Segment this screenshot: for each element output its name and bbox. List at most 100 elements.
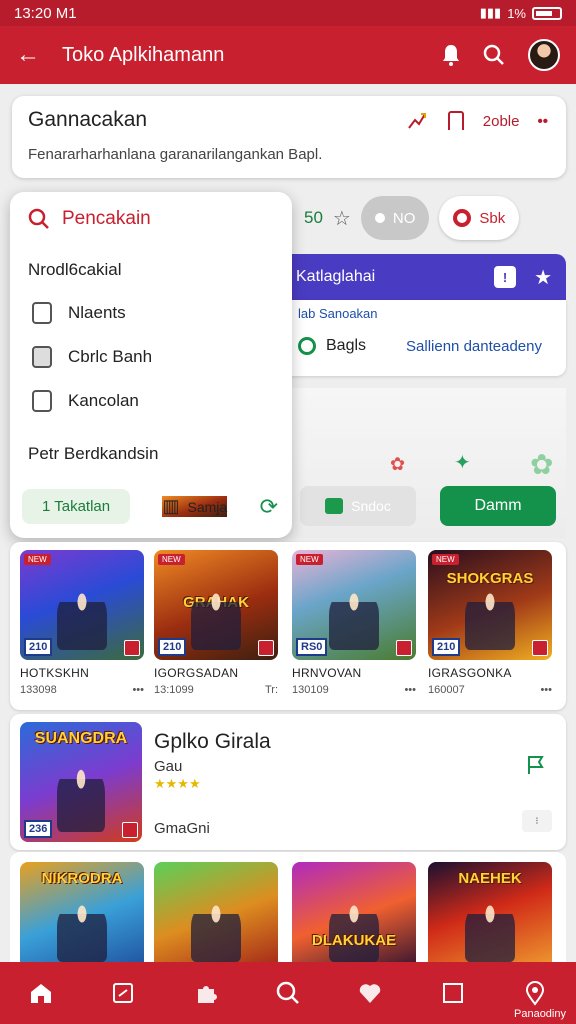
page-subtitle: Fenararharhanlana garanarilangankan Bapl… [28,146,323,163]
corner-badge-icon [124,640,140,656]
nav-favorites[interactable] [350,973,390,1013]
nav-library[interactable] [433,973,473,1013]
nav-profile[interactable] [515,973,555,1013]
game-cover: NEW SHOKGRAS 210 [428,550,552,660]
bookmark-icon[interactable] [447,110,465,132]
game-logo: SUANGDRA [34,730,128,747]
nav-search[interactable] [268,973,308,1013]
clock-icon [298,337,316,355]
corner-badge-icon [258,640,274,656]
game-name: HRNVOVAN [292,666,362,680]
more-options-icon[interactable]: •• [537,113,548,130]
new-badge: NEW [296,554,323,565]
home-icon [31,984,52,1003]
more-icon[interactable]: Tr: [265,684,278,696]
more-icon[interactable]: ••• [540,684,552,696]
game-tile[interactable]: NEW RS0 HRNVOVAN 130109 ••• [292,550,416,696]
stop-button[interactable]: Sbk [439,196,520,240]
dropdown-option[interactable]: Nlaents [28,302,274,324]
dropdown-section-title: Petr Berdkandsin [28,444,159,463]
game-tile[interactable]: NEW SHOKGRAS 210 IGRASGONKA 160007 ••• [428,550,552,696]
featured-cover: SUANGDRA 236 [20,722,142,842]
game-tile[interactable] [154,862,278,972]
footer-link[interactable]: ▥ Samja [162,496,228,517]
record-icon [453,209,472,227]
dropdown-option[interactable]: Cbrlc Banh [28,346,274,368]
corner-badge-icon [122,822,138,838]
game-cover: NIKRODRA [20,862,144,972]
info-card: lab Sanoakan Bagls Sallienn danteadeny [282,300,566,376]
apps-icon [113,983,134,1003]
avatar[interactable] [528,39,560,71]
game-cover: NEW RS0 [292,550,416,660]
corner-badge-icon [532,640,548,656]
primary-button[interactable]: Damm [440,486,556,526]
search-people-icon[interactable] [482,43,508,67]
search-icon [276,981,299,1004]
pin-icon[interactable] [405,110,429,132]
status-bar: 13:20 M1 ▮▮▮ 1% [0,0,576,26]
confetti-icon: ✿ [530,449,554,480]
game-grid: NIKRODRA DLAKUKAE NAEHEK [10,852,566,972]
game-logo: NIKRODRA [41,870,123,887]
notification-bell-icon[interactable] [440,43,462,67]
chat-icon [325,498,344,514]
game-tile[interactable]: NAEHEK [428,862,552,972]
more-icon[interactable]: ••• [132,684,144,696]
checkbox-icon[interactable] [32,346,52,368]
game-tile[interactable]: DLAKUKAE [292,862,416,972]
info-small-text: lab Sanoakan [298,306,378,321]
info-right-link[interactable]: Sallienn danteadeny [406,338,542,355]
corner-badge-icon [396,640,412,656]
flag-icon[interactable] [526,754,546,776]
game-meta: 130109 [292,684,329,696]
game-name: IGRASGONKA [428,666,512,680]
options-icon[interactable]: ⁝ [522,810,552,832]
search-dropdown: Pencakain Nrodl6cakial Nlaents Cbrlc Ban… [10,192,292,538]
dropdown-search[interactable]: Pencakain [28,208,274,230]
location-icon [525,981,544,1006]
nav-apps[interactable] [103,973,143,1013]
star-icon[interactable]: ☆ [333,206,351,231]
header-card: Gannacakan Fenararharhanlana garanarilan… [12,96,566,178]
puzzle-icon [197,986,217,1003]
refresh-icon[interactable]: ⟳ [260,494,278,520]
dropdown-option[interactable]: Kancolan [28,390,274,412]
status-battery-text: 1% [507,5,526,21]
featured-subtitle: Gau [154,758,183,775]
checkbox-icon[interactable] [32,302,52,324]
game-tile[interactable]: NEW 210 HOTKSKHN 133098 ••• [20,550,144,696]
dropdown-option-label: Nlaents [68,303,126,322]
header-count: 2oble [482,112,520,130]
checkbox-icon[interactable] [32,390,52,412]
rating-badge: 236 [24,820,53,838]
info-left-text: Bagls [326,337,367,354]
battery-icon [532,6,562,20]
game-tile[interactable]: NEW GRAHAK 210 IGORGSADAN 13:1099 Tr: [154,550,278,696]
favorite-star-icon[interactable]: ★ [534,265,552,290]
toggle-label: NO [392,209,416,227]
game-name: IGORGSADAN [154,666,239,680]
filter-number: 50 [304,208,323,227]
filter-tag[interactable]: 1 Takatlan [22,489,131,524]
confetti-icon: ✿ [390,454,406,474]
game-meta: 133098 [20,684,57,696]
secondary-button-label: Sndoc [351,498,391,514]
game-tile[interactable]: NIKRODRA [20,862,144,972]
category-title: Katlaglahai [296,268,376,285]
rating-badge: 210 [24,638,53,656]
featured-game-card[interactable]: SUANGDRA 236 Gplko Girala Gau ★★★★ GmaGn… [10,714,566,850]
dropdown-option-label: Cbrlc Banh [68,347,153,366]
category-bar[interactable]: Katlaglahai ! ★ [282,254,566,300]
back-arrow-icon[interactable]: ← [16,41,40,69]
toggle-pill[interactable]: NO [360,196,430,240]
nav-home[interactable] [21,973,61,1013]
heart-icon [359,984,381,1003]
status-icons: ▮▮▮ 1% [480,5,562,21]
more-icon[interactable]: ••• [404,684,416,696]
filter-row: 50 ☆ NO Sbk [282,196,520,240]
info-icon[interactable]: ! [494,266,517,288]
secondary-button[interactable]: Sndoc [300,486,416,526]
rating-badge: 210 [158,638,187,656]
nav-games[interactable] [186,973,226,1013]
